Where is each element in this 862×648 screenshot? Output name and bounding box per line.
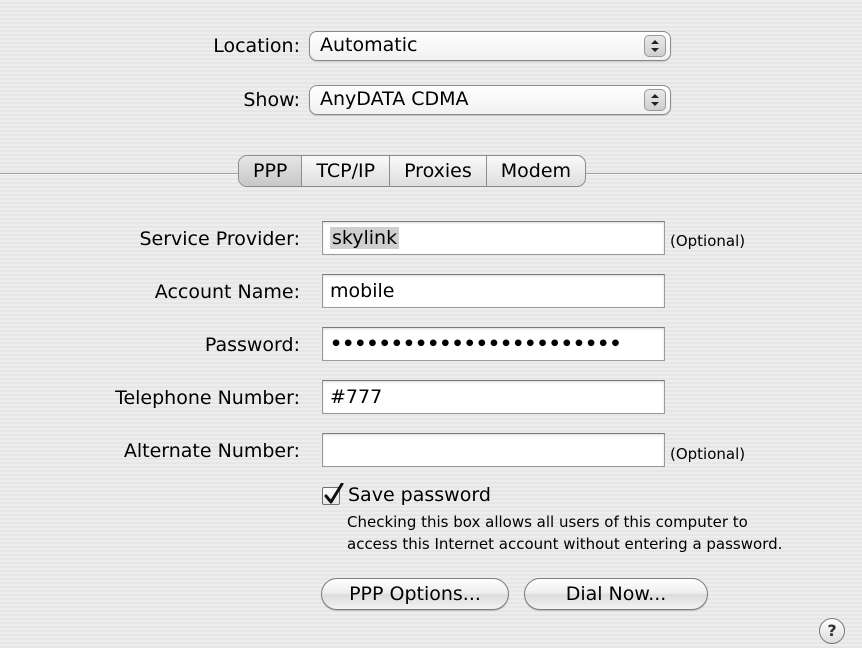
tab-modem[interactable]: Modem	[487, 156, 585, 186]
popup-arrows-icon	[644, 89, 666, 111]
service-provider-label: Service Provider:	[139, 228, 300, 250]
location-value: Automatic	[320, 34, 418, 56]
checkmark-icon	[324, 483, 344, 504]
show-label: Show:	[243, 89, 300, 111]
dial-now-button[interactable]: Dial Now...	[524, 578, 708, 610]
tab-proxies[interactable]: Proxies	[390, 156, 487, 186]
password-value: ••••••••••••••••••••••••	[330, 333, 622, 355]
password-label: Password:	[204, 334, 300, 356]
save-password-checkbox[interactable]	[322, 483, 344, 505]
alternate-number-label: Alternate Number:	[123, 440, 300, 462]
alternate-number-optional-note: (Optional)	[670, 445, 746, 463]
tab-bar: PPP TCP/IP Proxies Modem	[238, 155, 587, 187]
telephone-number-value: #777	[330, 386, 383, 408]
popup-arrows-icon	[644, 35, 666, 57]
location-label: Location:	[213, 35, 300, 57]
alternate-number-field[interactable]	[322, 433, 665, 467]
show-value: AnyDATA CDMA	[320, 88, 469, 110]
password-field[interactable]: ••••••••••••••••••••••••	[322, 327, 665, 361]
account-name-label: Account Name:	[154, 281, 300, 303]
service-provider-optional-note: (Optional)	[670, 232, 746, 250]
save-password-note-line1: Checking this box allows all users of th…	[347, 513, 748, 531]
save-password-note-line2: access this Internet account without ent…	[347, 535, 783, 553]
service-provider-field[interactable]: skylink	[322, 221, 665, 255]
tab-ppp[interactable]: PPP	[239, 156, 303, 186]
help-icon[interactable]: ?	[819, 618, 845, 644]
telephone-number-field[interactable]: #777	[322, 380, 665, 414]
ppp-options-button[interactable]: PPP Options...	[321, 578, 509, 610]
account-name-field[interactable]: mobile	[322, 274, 665, 308]
save-password-label[interactable]: Save password	[348, 484, 491, 506]
service-provider-value: skylink	[330, 227, 400, 249]
account-name-value: mobile	[330, 280, 395, 302]
telephone-number-label: Telephone Number:	[115, 387, 300, 409]
tab-tcpip[interactable]: TCP/IP	[302, 156, 391, 186]
show-popup[interactable]: AnyDATA CDMA	[309, 85, 671, 115]
location-popup[interactable]: Automatic	[309, 31, 671, 61]
